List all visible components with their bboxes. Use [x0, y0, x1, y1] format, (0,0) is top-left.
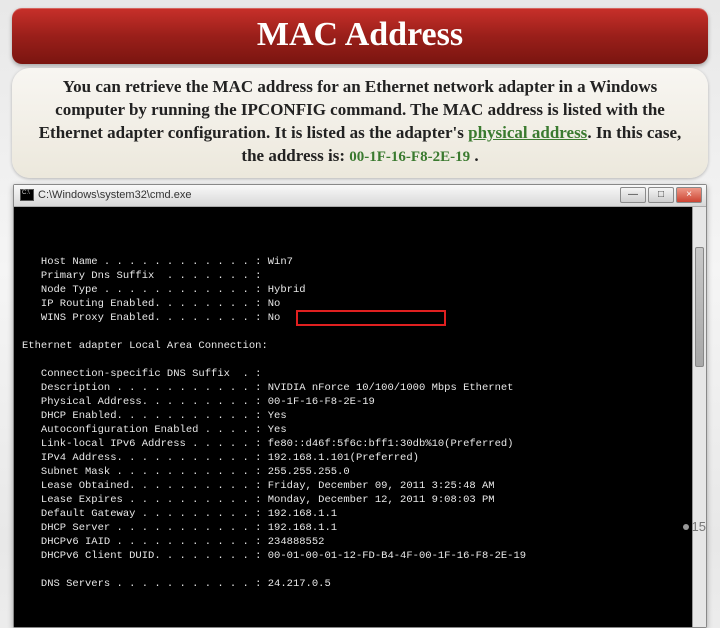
cmd-icon — [20, 189, 34, 201]
page-number-value: 15 — [692, 519, 706, 534]
cmd-window: C:\Windows\system32\cmd.exe — □ × Host N… — [13, 184, 707, 628]
maximize-button[interactable]: □ — [648, 187, 674, 203]
minimize-button[interactable]: — — [620, 187, 646, 203]
terminal-output: Host Name . . . . . . . . . . . . : Win7… — [14, 207, 706, 627]
scrollbar-thumb[interactable] — [695, 247, 704, 367]
cmd-window-titlebar: C:\Windows\system32\cmd.exe — □ × — [14, 185, 706, 207]
page-number: 15 — [683, 519, 706, 534]
bullet-icon — [683, 524, 689, 530]
description-mac: 00-1F-16-F8-2E-19 — [349, 149, 470, 165]
slide-title: MAC Address — [12, 8, 708, 64]
slide-description: You can retrieve the MAC address for an … — [12, 68, 708, 178]
window-buttons: — □ × — [620, 187, 702, 203]
scrollbar[interactable] — [692, 207, 706, 627]
close-button[interactable]: × — [676, 187, 702, 203]
cmd-window-title: C:\Windows\system32\cmd.exe — [38, 189, 191, 201]
description-highlight: physical address — [468, 123, 587, 142]
description-text-3: . — [470, 146, 479, 165]
